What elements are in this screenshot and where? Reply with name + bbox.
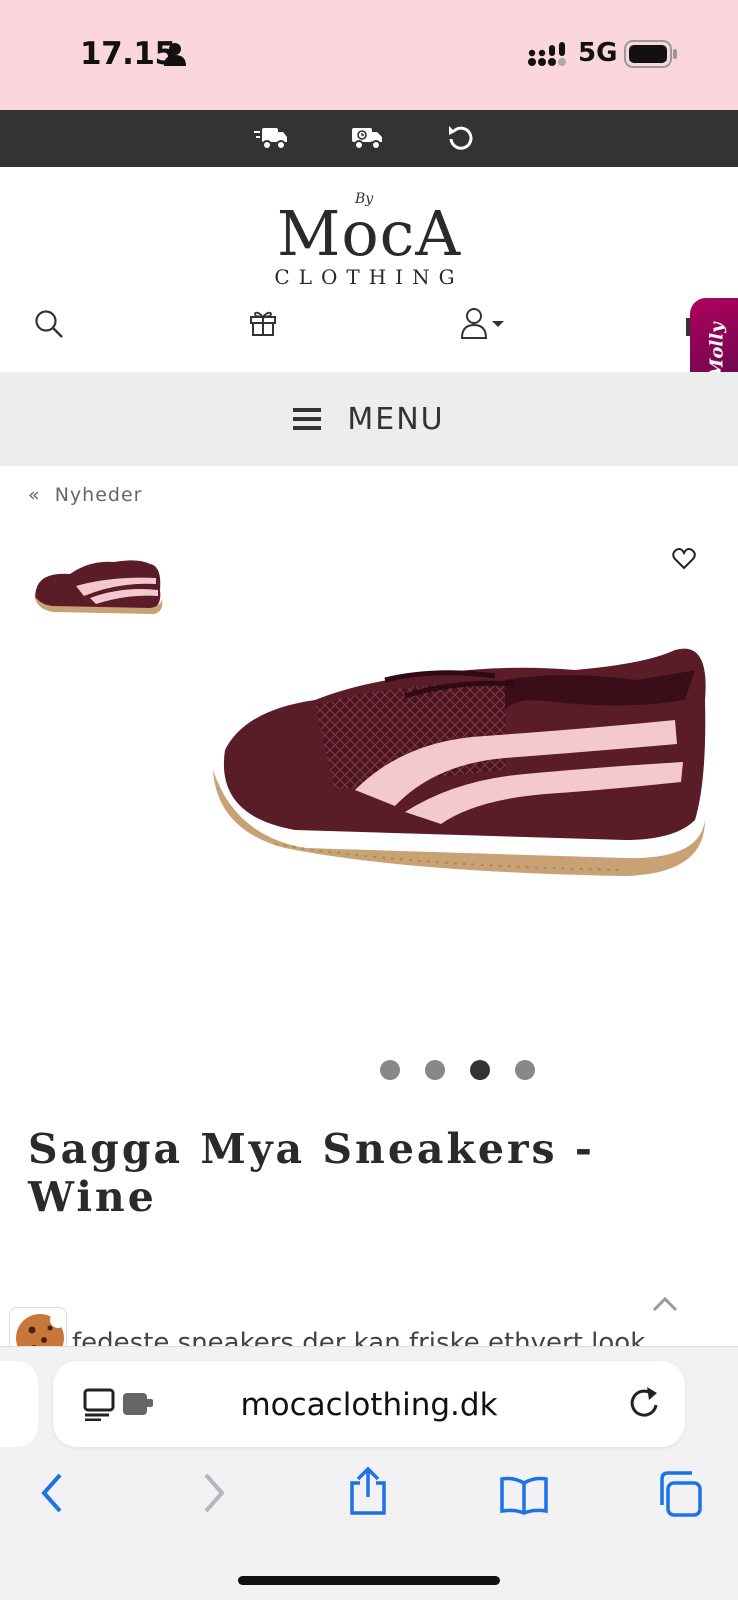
carousel-dot-4[interactable] [515, 1060, 535, 1080]
signal-icon [528, 42, 566, 66]
breadcrumb-arrow: « [28, 484, 41, 506]
wishlist-heart-icon[interactable] [672, 548, 696, 570]
carousel-dots [380, 1060, 535, 1080]
reload-icon[interactable] [627, 1385, 661, 1421]
home-indicator [238, 1576, 500, 1585]
menu-bar[interactable]: MENU [0, 372, 738, 466]
status-bar: 17.15 5G [0, 0, 738, 110]
logo-sub: CLOTHING [274, 265, 464, 289]
person-icon [164, 43, 186, 66]
carousel-dot-3[interactable] [470, 1060, 490, 1080]
fast-delivery-truck-icon[interactable] [254, 123, 288, 153]
status-time: 17.15 [80, 36, 176, 72]
molly-label: Molly [706, 321, 728, 379]
scroll-to-top-icon[interactable] [652, 1296, 678, 1312]
breadcrumb[interactable]: « Nyheder [28, 484, 142, 506]
search-icon[interactable] [34, 309, 64, 339]
address-bar[interactable]: mocaclothing.dk [53, 1361, 685, 1447]
battery-icon [624, 40, 677, 68]
hamburger-icon [293, 408, 322, 430]
account-icon[interactable] [460, 307, 506, 339]
carousel-dot-1[interactable] [380, 1060, 400, 1080]
shop-info-bar [0, 110, 738, 167]
product-thumbnail[interactable] [30, 550, 170, 630]
forward-icon[interactable] [202, 1473, 226, 1513]
gift-icon[interactable] [249, 307, 277, 337]
delivery-time-truck-icon[interactable] [350, 123, 384, 153]
tabs-icon[interactable] [656, 1471, 702, 1517]
logo-name: MocA [276, 197, 462, 270]
carousel-dot-2[interactable] [425, 1060, 445, 1080]
previous-tab-preview[interactable] [0, 1361, 38, 1447]
url-text: mocaclothing.dk [240, 1387, 498, 1423]
share-icon[interactable] [348, 1467, 388, 1515]
breadcrumb-link[interactable]: Nyheder [55, 484, 143, 506]
bookmarks-icon[interactable] [500, 1475, 548, 1515]
network-type: 5G [578, 38, 618, 68]
site-header: By MocA CLOTHING [0, 167, 738, 372]
back-icon[interactable] [40, 1473, 64, 1513]
menu-label: MENU [347, 401, 445, 437]
product-title: Sagga Mya Sneakers - Wine [28, 1125, 595, 1221]
return-icon[interactable] [447, 123, 475, 153]
browser-toolbar: mocaclothing.dk [0, 1346, 738, 1600]
product-main-image[interactable] [205, 640, 725, 920]
